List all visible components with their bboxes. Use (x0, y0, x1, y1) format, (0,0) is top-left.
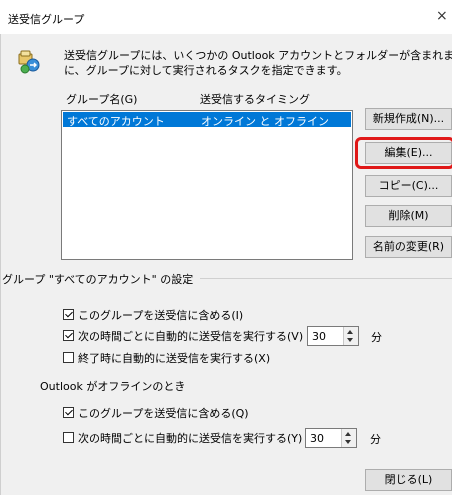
minutes-unit-label: 分 (371, 331, 382, 344)
title-bar: 送受信グループ × (0, 0, 452, 34)
group-name-cell: すべてのアカウント (67, 115, 165, 128)
offline-interval-stepper[interactable]: 30 (305, 428, 357, 448)
stepper-up-icon[interactable] (347, 330, 353, 334)
auto-send-receive-label[interactable]: 次の時間ごとに自動的に送受信を実行する(V) (78, 328, 303, 344)
stepper-down-icon[interactable] (347, 338, 353, 342)
offline-stepper-down-icon[interactable] (345, 440, 351, 444)
send-receive-on-exit-label[interactable]: 終了時に自動的に送受信を実行する(X) (78, 350, 270, 366)
close-icon[interactable]: × (436, 8, 452, 26)
auto-interval-stepper[interactable]: 30 (307, 326, 359, 346)
offline-auto-send-receive-label[interactable]: 次の時間ごとに自動的に送受信を実行する(Y) (78, 430, 302, 446)
new-button[interactable]: 新規作成(N)... (365, 108, 452, 130)
delete-button[interactable]: 削除(M) (365, 205, 452, 227)
offline-stepper-up-icon[interactable] (345, 432, 351, 436)
group-settings-divider (200, 278, 452, 279)
offline-heading: Outlook がオフラインのとき (40, 380, 186, 393)
copy-button[interactable]: コピー(C)... (365, 175, 452, 197)
offline-minutes-unit-label: 分 (370, 433, 381, 446)
description-line-1: 送受信グループには、いくつかの Outlook アカウントとフォルダーが含まれま… (64, 49, 452, 62)
description-line-2: に、グループに対して実行されるタスクを指定できます。 (64, 64, 348, 77)
list-item[interactable]: すべてのアカウント オンライン と オフライン (63, 112, 351, 128)
include-in-send-receive-label[interactable]: このグループを送受信に含める(I) (78, 307, 243, 323)
send-receive-groups-icon (17, 49, 43, 75)
column-header-timing[interactable]: 送受信するタイミング (200, 91, 310, 107)
send-receive-on-exit-checkbox[interactable] (63, 352, 74, 363)
offline-include-checkbox[interactable] (63, 407, 74, 418)
offline-interval-value[interactable]: 30 (310, 432, 324, 445)
offline-stepper-arrows[interactable] (341, 429, 356, 447)
column-header-group-name[interactable]: グループ名(G) (66, 91, 137, 107)
group-timing-cell: オンライン と オフライン (201, 115, 329, 128)
auto-send-receive-checkbox[interactable] (63, 330, 74, 341)
group-list[interactable]: すべてのアカウント オンライン と オフライン (61, 110, 353, 260)
auto-interval-value[interactable]: 30 (312, 330, 326, 343)
stepper-arrows[interactable] (343, 327, 358, 345)
offline-include-label[interactable]: このグループを送受信に含める(Q) (78, 405, 249, 421)
window-title: 送受信グループ (8, 13, 85, 26)
edit-button[interactable]: 編集(E)... (365, 142, 452, 164)
close-button[interactable]: 閉じる(L) (365, 469, 452, 491)
include-in-send-receive-checkbox[interactable] (63, 309, 74, 320)
rename-button[interactable]: 名前の変更(R) (365, 236, 452, 258)
offline-auto-send-receive-checkbox[interactable] (63, 432, 74, 443)
group-settings-heading: グループ "すべてのアカウント" の設定 (2, 273, 194, 286)
